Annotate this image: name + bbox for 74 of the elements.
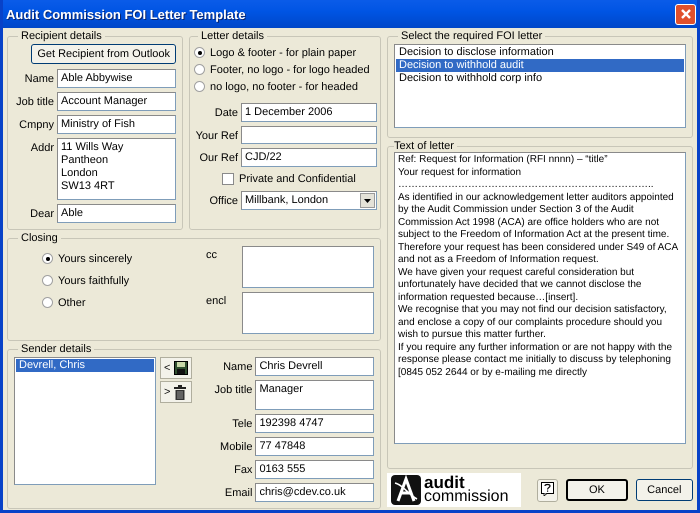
sender-list[interactable]: Devrell, Chris [14,357,156,485]
logo-text: commission [424,490,508,504]
trash-can-icon [174,384,186,400]
cancel-button[interactable]: Cancel [636,479,693,501]
help-icon [541,482,554,496]
text-field[interactable]: Able Abbywise [57,69,176,88]
field-label: Name [24,72,54,85]
field-label: cc [206,248,218,263]
text-field[interactable]: CJD/22 [241,148,377,167]
group-legend: Select the required FOI letter [398,30,546,42]
radio-option[interactable]: Footer, no logo - for logo headed [194,61,377,78]
text-field[interactable]: chris@cdev.co.uk [255,483,374,502]
radio-option[interactable]: Yours sincerely [42,250,132,267]
field-label: Email [224,486,252,499]
letter-paragraph: If you require any further information or are not happy with the response please contact me initially to discuss by telephoning [0845 052 2644 or by e-mailing me directly [398,342,674,379]
field-label: Fax [233,463,252,476]
group-legend: Sender details [18,343,94,355]
text-field[interactable]: Able [57,204,176,223]
group-legend: Text of letter [394,140,457,152]
text-field[interactable]: Manager [255,380,374,410]
list-item[interactable]: Devrell, Chris [16,359,154,372]
text-field[interactable]: 11 Wills Way Pantheon London SW13 4RT [57,138,176,200]
radio-option[interactable]: Yours faithfully [42,272,132,289]
letter-list[interactable]: Decision to disclose information Decision to withhold audit Decision to withhold corp info [394,44,686,128]
text-field[interactable] [242,292,374,334]
field-label: Job title [214,383,252,396]
letter-paragraph: We recognise that you may not find our decision satisfactory, and enclose a copy of our complaints procedure should you wish to pursue this matter further. [398,304,668,342]
field-label: Job title [15,95,54,108]
office-dropdown[interactable]: Millbank, London [241,191,377,210]
field-label: Tele [231,417,252,430]
field-label: Addr [30,141,54,154]
text-field[interactable]: Ministry of Fish [57,115,176,134]
checkbox-option[interactable]: Private and Confidential [222,171,377,187]
text-field[interactable]: 0163 555 [255,460,374,479]
logo-text: audit [424,476,465,490]
delete-button[interactable]: > [160,381,192,403]
field-label: Name [222,360,252,373]
list-item[interactable]: Decision to withhold corp info [396,72,684,85]
field-label: encl [206,294,228,309]
outlook-button[interactable]: Get Recipient from Outlook [31,44,176,64]
field-label: Date [214,106,238,119]
ok-button[interactable]: OK [566,479,628,501]
text-field[interactable]: 1 December 2006 [241,103,377,122]
group-legend: Letter details [198,30,267,42]
text-field[interactable] [242,246,374,288]
letter-paragraph: As identified in our acknowledgement letter auditors appointed by the Audit Commission under Section 3 of the Audit Commission Act 1998 (ACA) are office holders who are not subject to the Freedom of Information Act at the present time. Therefore your request has been considered under S49 of ACA and not as a Freedom of Information request. [398,192,679,266]
field-label: Dear [29,207,54,220]
letter-text-area[interactable] [394,152,686,444]
text-field[interactable]: Chris Devrell [255,357,374,376]
radio-option[interactable]: Logo & footer - for plain paper [194,44,377,61]
group-legend: Recipient details [18,30,105,42]
text-field[interactable]: Account Manager [57,92,176,111]
list-item[interactable]: Decision to withhold audit [396,59,684,72]
text-field[interactable]: 192398 4747 [255,414,374,433]
radio-option[interactable]: no logo, no footer - for headed [194,78,377,95]
field-label: Office [208,194,238,207]
text-field[interactable] [241,126,377,144]
letter-paragraph: Your request for information [398,166,522,179]
save-button[interactable]: < [160,357,192,379]
list-item[interactable]: Decision to disclose information [396,46,684,59]
field-label: Mobile [219,440,252,453]
text-field[interactable]: 77 47848 [255,437,374,456]
letter-paragraph: Ref: Request for Information (RFI nnnn) – “title” [398,154,609,166]
radio-option[interactable]: Other [42,294,132,311]
group-legend: Closing [18,232,61,244]
close-button[interactable] [675,4,696,24]
letter-paragraph: ………………………………………………………………….. [398,179,655,192]
field-label: Cmpny [18,118,54,131]
letter-paragraph: We have given your request careful consideration but unfortunately have decided that we cannot disclose the information requested because…[insert]. [398,266,642,304]
close-icon [680,8,692,20]
field-label: Your Ref [194,129,238,142]
window-title: Audit Commission FOI Letter Template [6,6,246,22]
help-button[interactable] [537,478,558,502]
field-label: Our Ref [198,151,238,164]
